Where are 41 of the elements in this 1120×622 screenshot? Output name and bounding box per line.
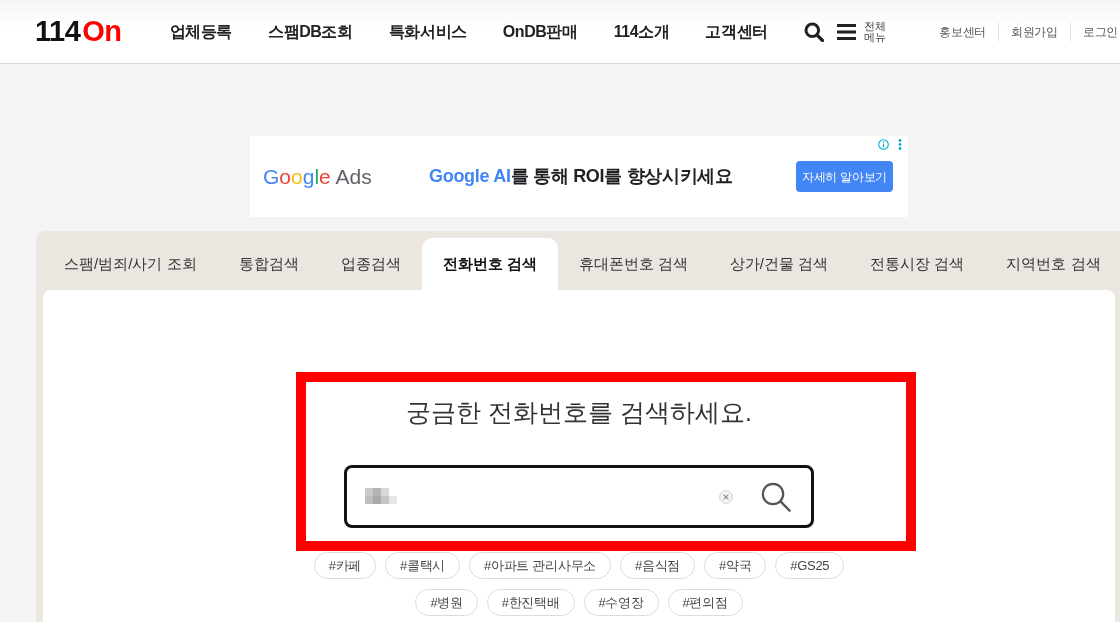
keyword-tag[interactable]: #카페 (313, 552, 377, 579)
search-tab[interactable]: 업종검색 (319, 238, 422, 290)
ads-logo: Google Ads (263, 163, 373, 190)
site-logo[interactable]: 114On (35, 17, 122, 46)
keyword-tag[interactable]: #음식점 (619, 552, 695, 579)
keyword-tag[interactable]: #병원 (415, 589, 478, 616)
search-tab[interactable]: 상가/건물 검색 (708, 238, 850, 290)
header-link[interactable]: 로그인 (1069, 22, 1120, 41)
nav-link[interactable]: 스팸DB조회 (268, 19, 353, 44)
search-icon (761, 481, 791, 512)
nav-link[interactable]: 업체등록 (169, 19, 232, 44)
keyword-tag[interactable]: #GS25 (775, 552, 845, 579)
nav-link[interactable]: 고객센터 (705, 19, 768, 44)
keyword-tag[interactable]: #편의점 (667, 589, 743, 616)
search-tab[interactable]: 전화번호 검색 (421, 238, 558, 290)
nav-link[interactable]: 114소개 (613, 19, 670, 44)
search-tab[interactable]: 휴대폰번호 검색 (557, 238, 709, 290)
search-tab[interactable]: 스팸/범죄/사기 조회 (43, 238, 218, 290)
search-tab[interactable]: 통합검색 (217, 238, 320, 290)
search-heading: 궁금한 전화번호를 검색하세요. (406, 397, 752, 428)
search-field[interactable] (344, 465, 814, 528)
more-options-icon[interactable] (898, 139, 902, 150)
search-tab[interactable]: 지역번호 검색 (985, 238, 1120, 290)
search-icon (803, 21, 824, 42)
clear-icon[interactable] (719, 489, 733, 504)
nav-link[interactable]: 특화서비스 (388, 19, 467, 44)
search-tab[interactable]: 전통시장 검색 (849, 238, 986, 290)
all-menu-button[interactable]: 전체 메뉴 (836, 20, 886, 43)
header-link[interactable]: 홍보센터 (927, 22, 999, 41)
search-button[interactable] (803, 21, 824, 42)
header-link[interactable]: 회원가입 (998, 22, 1070, 41)
keyword-tag[interactable]: #수영장 (583, 589, 659, 616)
ad-headline: Google AI를 통해 ROI를 향상시키세요 (429, 165, 733, 188)
keyword-tag[interactable]: #아파트 관리사무소 (469, 552, 611, 579)
keyword-tag[interactable]: #약국 (703, 552, 767, 579)
learn-more-button[interactable]: 자세히 알아보기 (796, 161, 893, 192)
keyword-tag[interactable]: #한진택배 (486, 589, 575, 616)
menu-icon (836, 23, 856, 40)
keyword-tag[interactable]: #콜택시 (385, 552, 461, 579)
search-submit-button[interactable] (761, 481, 791, 512)
nav-link[interactable]: OnDB판매 (502, 19, 578, 44)
